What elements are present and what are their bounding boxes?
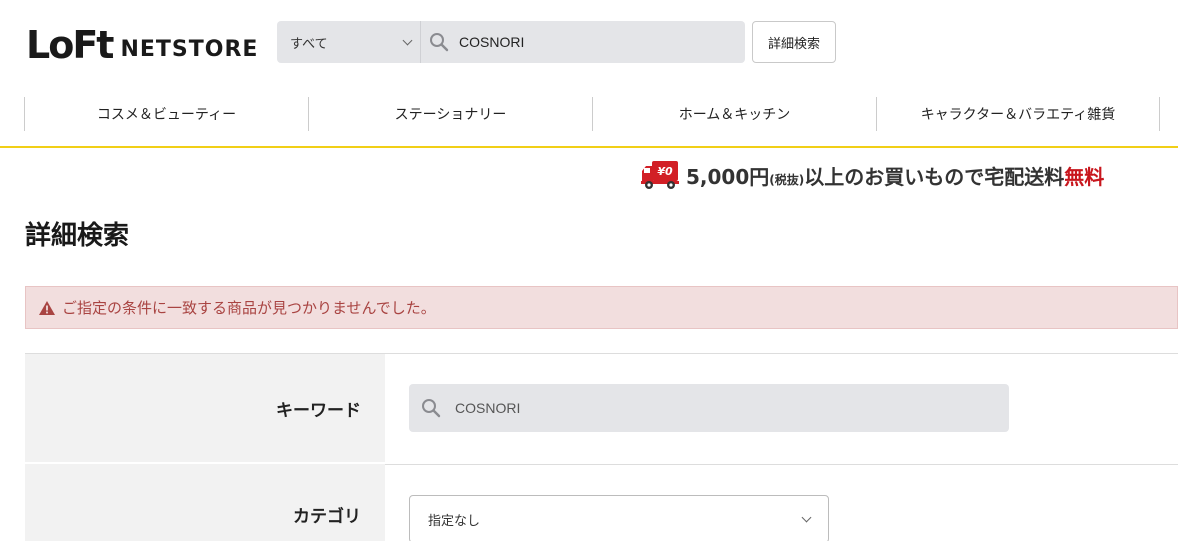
nav-item-home-kitchen[interactable]: ホーム＆キッチン bbox=[592, 97, 876, 131]
free-shipping-banner[interactable]: ¥0 5,000円(税抜)以上のお買いもので宅配送料無料 bbox=[640, 158, 1104, 192]
category-cell: 指定なし bbox=[385, 464, 1178, 541]
category-label: カテゴリ bbox=[25, 464, 385, 541]
advanced-search-form: キーワード カテゴリ 指定なし bbox=[25, 353, 1178, 541]
logo-loft-text: LoFt bbox=[26, 23, 114, 67]
category-nav: コスメ＆ビューティー ステーショナリー ホーム＆キッチン キャラクター＆バラエテ… bbox=[24, 97, 1160, 131]
delivery-truck-icon: ¥0 bbox=[641, 161, 679, 189]
alert-message: ご指定の条件に一致する商品が見つかりませんでした。 bbox=[62, 299, 436, 317]
page-title: 詳細検索 bbox=[25, 221, 130, 251]
truck-badge-text: ¥0 bbox=[657, 165, 673, 178]
search-input[interactable] bbox=[459, 34, 719, 50]
shipping-amount: 5,000円 bbox=[686, 164, 770, 189]
form-row-category: カテゴリ 指定なし bbox=[25, 462, 1178, 541]
advanced-search-button[interactable]: 詳細検索 bbox=[752, 21, 836, 63]
shipping-text: 5,000円(税抜)以上のお買いもので宅配送料無料 bbox=[686, 161, 1104, 190]
shipping-free: 無料 bbox=[1064, 164, 1105, 189]
nav-item-character-variety[interactable]: キャラクター＆バラエティ雑貨 bbox=[876, 97, 1160, 131]
form-row-keyword: キーワード bbox=[25, 353, 1178, 462]
search-icon[interactable] bbox=[429, 32, 449, 52]
chevron-down-icon bbox=[402, 35, 413, 45]
keyword-label: キーワード bbox=[25, 354, 385, 462]
category-select[interactable]: 指定なし bbox=[409, 495, 829, 541]
search-category-select[interactable]: すべて bbox=[277, 21, 421, 63]
header-search-bar: すべて bbox=[277, 21, 745, 63]
logo-netstore-text: NETSTORE bbox=[120, 37, 259, 62]
search-field bbox=[421, 21, 745, 63]
no-results-alert: ご指定の条件に一致する商品が見つかりませんでした。 bbox=[25, 286, 1178, 329]
shipping-tax-note: (税抜) bbox=[769, 172, 805, 187]
nav-item-cosme-beauty[interactable]: コスメ＆ビューティー bbox=[24, 97, 308, 131]
search-category-label: すべて bbox=[290, 36, 328, 52]
keyword-input-box bbox=[409, 384, 1009, 432]
keyword-input[interactable] bbox=[455, 400, 955, 416]
chevron-down-icon bbox=[801, 512, 812, 522]
loft-netstore-logo[interactable]: LoFt NETSTORE bbox=[26, 22, 258, 64]
category-selected-value: 指定なし bbox=[428, 513, 481, 529]
nav-divider bbox=[0, 146, 1178, 148]
nav-item-stationery[interactable]: ステーショナリー bbox=[308, 97, 592, 131]
keyword-cell bbox=[385, 354, 1178, 462]
warning-icon bbox=[39, 300, 55, 315]
shipping-middle: 以上のお買いもので宅配送料 bbox=[804, 164, 1065, 189]
search-icon bbox=[422, 399, 441, 418]
